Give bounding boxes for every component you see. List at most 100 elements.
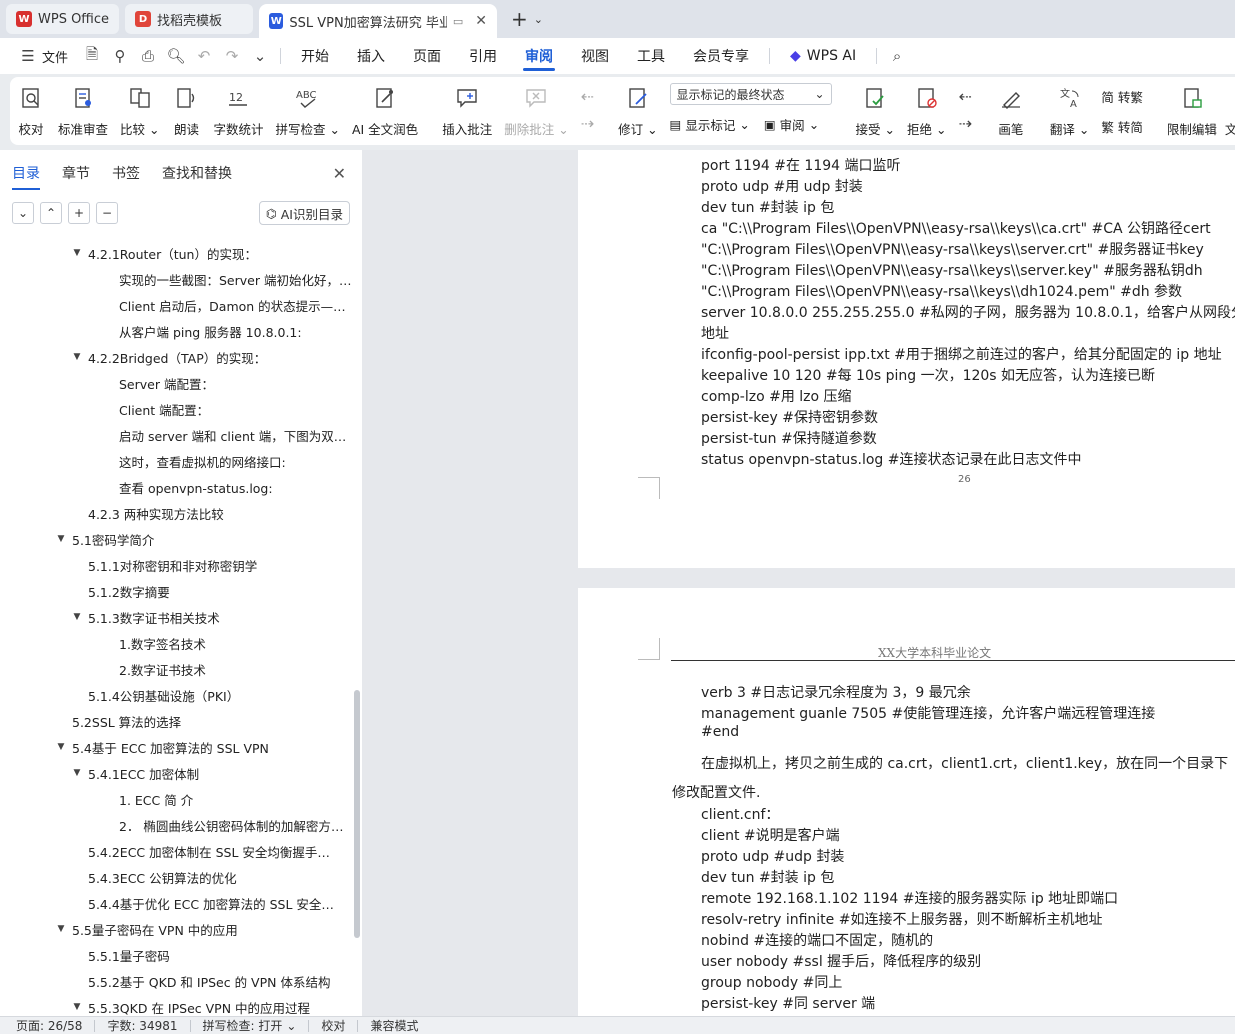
print-preview-icon[interactable]: 🔍︎ (162, 38, 190, 74)
toc-item[interactable]: 从客户端 ping 服务器 10.8.0.1: (0, 318, 352, 344)
restrict-edit-button[interactable]: 限制编辑 (1161, 83, 1223, 138)
toc-item[interactable]: 查看 openvpn-status.log: (0, 474, 352, 500)
ai-toc-button[interactable]: ⌬ AI识别目录 (258, 201, 350, 225)
expand-arrow-icon[interactable]: ▼ (72, 248, 82, 258)
previous-revision-icon[interactable]: ⇠ (958, 87, 971, 106)
tab-bookmark[interactable]: 书签 (112, 150, 140, 196)
toc-item[interactable]: 实现的一些截图：Server 端初始化好，等待连接 (0, 266, 352, 292)
toc-item[interactable]: 5.1.1对称密钥和非对称密钥学 (0, 552, 352, 578)
menu-review[interactable]: 审阅 (511, 38, 567, 74)
close-icon[interactable]: ✕ (475, 13, 487, 29)
accept-button[interactable]: 接受 ⌄ (850, 83, 901, 138)
pen-button[interactable]: 画笔 (990, 83, 1032, 138)
toc-item[interactable]: 2． 椭圆曲线公钥密码体制的加解密方案： (0, 812, 352, 838)
expand-icon[interactable]: ⌄ (12, 202, 34, 224)
print-icon[interactable]: ⎙ (134, 38, 162, 74)
to-traditional-button[interactable]: 简 转繁 (1101, 85, 1142, 107)
review-pane-button[interactable]: ▣ 审阅 ⌄ (764, 113, 819, 135)
tab-find-replace[interactable]: 查找和替换 (162, 150, 232, 196)
toc-item[interactable]: 5.1.4公钥基础设施（PKI） (0, 682, 352, 708)
toc-item[interactable]: ▼ 5.5量子密码在 VPN 中的应用 (0, 916, 352, 942)
menu-wps-ai[interactable]: ◆ WPS AI (776, 38, 870, 74)
menu-references[interactable]: 引用 (455, 38, 511, 74)
next-revision-icon[interactable]: ⇢ (958, 114, 971, 133)
next-comment-icon[interactable]: ⇢ (581, 114, 594, 133)
toc-item[interactable]: 5.4.2ECC 加密体制在 SSL 安全均衡握手方面的应用 (0, 838, 352, 864)
proof-status[interactable]: 校对 (321, 1017, 357, 1034)
spell-check-button[interactable]: ABC 拼写检查 ⌄ (270, 83, 346, 138)
search-icon[interactable]: ⌕ (883, 38, 911, 74)
redo-icon[interactable]: ↷ (218, 38, 246, 74)
ai-polish-button[interactable]: AI 全文润色 (346, 83, 424, 138)
toc-scrollbar[interactable] (354, 690, 360, 938)
toc-item[interactable]: Client 启动后，Damon 的状态提示——上线成功 (0, 292, 352, 318)
menu-tools[interactable]: 工具 (623, 38, 679, 74)
revise-button[interactable]: 修订 ⌄ (612, 83, 663, 138)
toc-item[interactable]: ▼ 5.4基于 ECC 加密算法的 SSL VPN (0, 734, 352, 760)
toc-item[interactable]: 这时，查看虚拟机的网络接口: (0, 448, 352, 474)
menu-member[interactable]: 会员专享 (679, 38, 763, 74)
toc-item[interactable]: ▼ 5.1密码学简介 (0, 526, 352, 552)
expand-arrow-icon[interactable]: ▼ (56, 534, 66, 544)
toc-item[interactable]: 4.2.3 两种实现方法比较 (0, 500, 352, 526)
proofread-button[interactable]: 校对 (10, 83, 52, 138)
menu-insert[interactable]: 插入 (343, 38, 399, 74)
markup-mode-select[interactable]: 显示标记的最终状态 ⌄ (669, 83, 832, 105)
delete-comment-button[interactable]: 删除批注 ⌄ (498, 83, 574, 138)
document-page[interactable]: port 1194 #在 1194 端口监听 proto udp #用 udp 封… (578, 150, 1235, 568)
tab-template[interactable]: D 找稻壳模板 (125, 4, 254, 34)
tab-chapter[interactable]: 章节 (62, 150, 90, 196)
remove-icon[interactable]: − (96, 202, 118, 224)
reject-button[interactable]: 拒绝 ⌄ (901, 83, 952, 138)
toc-item[interactable]: 5.4.3ECC 公钥算法的优化 (0, 864, 352, 890)
word-count[interactable]: 字数: 34981 (107, 1017, 189, 1034)
compare-button[interactable]: 比较 ⌄ (114, 83, 165, 138)
document-area[interactable]: port 1194 #在 1194 端口监听 proto udp #用 udp 封… (362, 150, 1235, 1016)
toc-item[interactable]: 5.1.2数字摘要 (0, 578, 352, 604)
close-icon[interactable]: ✕ (333, 164, 346, 183)
word-count-button[interactable]: 12 字数统计 (207, 83, 269, 138)
menu-page[interactable]: 页面 (399, 38, 455, 74)
translate-button[interactable]: 文A 翻译 ⌄ (1044, 83, 1095, 138)
toc-item[interactable]: Client 端配置： (0, 396, 352, 422)
new-tab-icon[interactable]: + (511, 7, 528, 31)
add-icon[interactable]: + (68, 202, 90, 224)
hamburger-icon[interactable]: ☰ (14, 38, 42, 74)
menu-home[interactable]: 开始 (287, 38, 343, 74)
toc-item[interactable]: 5.5.2基于 QKD 和 IPSec 的 VPN 体系结构 (0, 968, 352, 994)
toc-item[interactable]: 1.数字签名技术 (0, 630, 352, 656)
previous-comment-icon[interactable]: ⇠ (581, 87, 594, 106)
menu-file[interactable]: 文件 (42, 47, 68, 66)
show-markup-button[interactable]: ▤ 显示标记 ⌄ (670, 113, 750, 135)
expand-arrow-icon[interactable]: ▼ (56, 924, 66, 934)
toc-item[interactable]: 5.4.4基于优化 ECC 加密算法的 SSL 安全均衡握手 (0, 890, 352, 916)
toc-item[interactable]: ▼ 5.4.1ECC 加密体制 (0, 760, 352, 786)
toc-item[interactable]: ▼ 5.5.3QKD 在 IPSec VPN 中的应用过程 (0, 994, 352, 1016)
toc-item[interactable]: ▼ 4.2.1Router（tun）的实现： (0, 240, 352, 266)
more-chevron-icon[interactable]: ⌄ (246, 38, 274, 74)
link-icon[interactable]: ⚲ (106, 38, 134, 74)
collapse-icon[interactable]: ⌃ (40, 202, 62, 224)
toc-item[interactable]: Server 端配置： (0, 370, 352, 396)
chevron-down-icon[interactable]: ⌄ (534, 13, 543, 26)
standard-review-button[interactable]: 标准审查 (52, 83, 114, 138)
doc-more-button[interactable]: 文 (1223, 83, 1235, 138)
tab-toc[interactable]: 目录 (12, 150, 40, 196)
toc-item[interactable]: 5.5.1量子密码 (0, 942, 352, 968)
toc-item[interactable]: ▼ 4.2.2Bridged（TAP）的实现： (0, 344, 352, 370)
document-page[interactable]: XX大学本科毕业论文 verb 3 #日志记录冗余程度为 3，9 最冗余 mana… (578, 588, 1235, 1016)
toc-item[interactable]: 5.2SSL 算法的选择 (0, 708, 352, 734)
toc-item[interactable]: 1. ECC 简 介 (0, 786, 352, 812)
insert-comment-button[interactable]: 插入批注 (436, 83, 498, 138)
toc-item[interactable]: ▼ 5.1.3数字证书相关技术 (0, 604, 352, 630)
expand-arrow-icon[interactable]: ▼ (72, 1002, 82, 1012)
expand-arrow-icon[interactable]: ▼ (56, 742, 66, 752)
menu-view[interactable]: 视图 (567, 38, 623, 74)
save-icon[interactable]: 🗎 (78, 38, 106, 74)
read-aloud-button[interactable]: 朗读 (165, 83, 207, 138)
expand-arrow-icon[interactable]: ▼ (72, 768, 82, 778)
expand-arrow-icon[interactable]: ▼ (72, 352, 82, 362)
expand-arrow-icon[interactable]: ▼ (72, 612, 82, 622)
tab-document[interactable]: W SSL VPN加密算法研究 毕业论 ▭ ✕ (259, 4, 498, 38)
to-simplified-button[interactable]: 繁 转简 (1101, 115, 1142, 137)
